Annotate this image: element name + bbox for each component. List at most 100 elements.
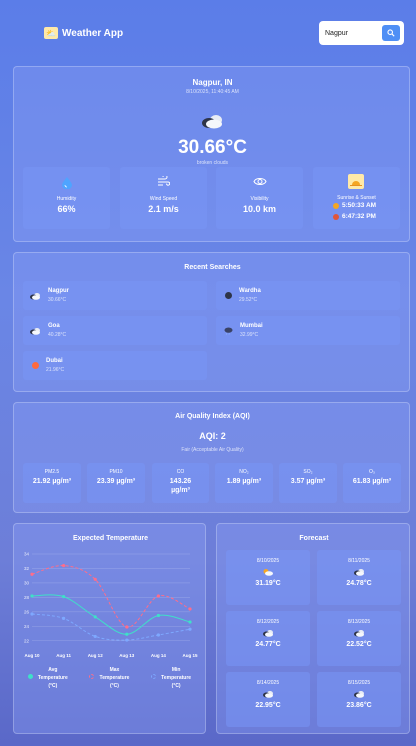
- recent-temp: 29.52°C: [239, 297, 258, 303]
- broken-clouds-icon: [226, 629, 310, 637]
- legend-avg-label: Avg Temperature (°C): [37, 667, 68, 689]
- wind-speed-label: Wind Speed: [149, 196, 178, 202]
- recent-city: Nagpur: [48, 288, 69, 294]
- forecast-panel: Forecast 8/10/2025 31.19°C 8/11/2025 24.…: [216, 523, 410, 734]
- recent-temp: 40.28°C: [48, 332, 67, 338]
- wind-speed-value: 2.1 m/s: [148, 204, 179, 214]
- pollutant-card: PM10 23.39 µg/m³: [87, 463, 145, 503]
- pollutant-value: 3.57 µg/m³: [290, 478, 326, 485]
- data-point-min: [62, 616, 66, 620]
- pollutant-card: CO 143.26 µg/m³: [152, 463, 209, 503]
- pollutant-card: NO₂ 1.89 µg/m³: [215, 463, 273, 503]
- rain-icon: [224, 326, 233, 335]
- legend-max-label: Max Temperature (°C): [99, 667, 130, 689]
- recent-city: Mumbai: [240, 323, 263, 329]
- pollutant-label: O₃: [369, 469, 375, 475]
- forecast-date: 8/15/2025: [347, 680, 371, 686]
- search-box: [319, 21, 404, 45]
- legend-max-swatch: [89, 674, 95, 679]
- pollutant-card: PM2.5 21.92 µg/m³: [23, 463, 81, 503]
- legend-min[interactable]: Min Temperature (°C): [151, 666, 193, 690]
- sunset-row: 6:47:32 PM: [333, 213, 376, 220]
- recent-item[interactable]: Goa 40.28°C: [23, 316, 207, 345]
- pollutant-card: SO₂ 3.57 µg/m³: [279, 463, 337, 503]
- sunset-small-icon: [333, 213, 339, 220]
- temperature-chart: 34 32 30 28 26 24 22 Aug 10 Aug 11 Aug 12 Aug 13 Au…: [24, 552, 198, 659]
- pollutant-value: 1.89 µg/m³: [226, 478, 262, 485]
- forecast-card[interactable]: 8/12/2025 24.77°C: [226, 611, 310, 666]
- data-point-max: [62, 563, 66, 568]
- x-tick-label: Aug 11: [56, 653, 71, 658]
- data-point-min: [93, 634, 97, 639]
- forecast-date: 8/10/2025: [256, 558, 280, 564]
- y-tick-label: 32: [24, 566, 30, 571]
- broken-clouds-icon: [226, 690, 310, 698]
- x-tick-label: Aug 15: [182, 653, 198, 658]
- current-city: Nagpur, IN: [192, 78, 233, 87]
- overcast-icon: [225, 292, 232, 299]
- search-button[interactable]: [382, 25, 400, 41]
- recent-searches-title: Recent Searches: [184, 264, 241, 271]
- pollutant-value: 21.92 µg/m³: [32, 478, 72, 485]
- legend-avg-swatch: [27, 674, 33, 679]
- broken-clouds-icon: [317, 690, 401, 698]
- forecast-card[interactable]: 8/11/2025 24.78°C: [317, 550, 401, 605]
- legend-avg[interactable]: Avg Temperature (°C): [27, 666, 70, 690]
- sunrise-row: 5:50:33 AM: [333, 202, 376, 209]
- forecast-card[interactable]: 8/13/2025 22.52°C: [317, 611, 401, 666]
- search-icon: [387, 29, 395, 37]
- recent-city: Wardha: [239, 288, 261, 294]
- data-point-avg: [188, 620, 192, 624]
- y-tick-label: 26: [24, 609, 30, 614]
- sunrise-time: 5:50:33 AM: [342, 202, 377, 209]
- pollutant-card: O₃ 61.83 µg/m³: [343, 463, 401, 503]
- forecast-card[interactable]: 8/14/2025 22.95°C: [226, 672, 310, 727]
- data-point-avg: [156, 613, 160, 618]
- aqi-status: Fair (Acceptable Air Quality): [181, 447, 244, 453]
- data-point-max: [30, 572, 34, 576]
- forecast-temp: 31.19°C: [255, 580, 281, 587]
- broken-clouds-icon: [30, 327, 40, 335]
- chart-title: Expected Temperature: [73, 535, 148, 542]
- chart-legend: Avg Temperature (°C) Max Temperature (°C…: [18, 666, 203, 690]
- legend-max[interactable]: Max Temperature (°C): [89, 666, 131, 690]
- series-line-avg: [31, 594, 191, 635]
- recent-city: Goa: [48, 323, 60, 329]
- eye-icon: [253, 178, 267, 185]
- y-tick-label: 24: [24, 624, 30, 629]
- x-tick-label: Aug 12: [88, 653, 104, 658]
- data-point-avg: [93, 615, 97, 619]
- legend-min-label: Min Temperature (°C): [161, 667, 192, 689]
- forecast-temp: 23.86°C: [346, 702, 372, 709]
- recent-item[interactable]: Dubai 21.96°C: [23, 351, 207, 380]
- recent-temp: 30.66°C: [48, 297, 67, 303]
- app-title: Weather App: [62, 27, 124, 39]
- recent-item[interactable]: Wardha 29.52°C: [216, 281, 400, 310]
- sunrise-sunset-card: Sunrise & Sunset 5:50:33 AM 6:47:32 PM: [313, 167, 400, 229]
- forecast-date: 8/13/2025: [347, 619, 371, 625]
- forecast-card[interactable]: 8/15/2025 23.86°C: [317, 672, 401, 727]
- visibility-card: Visibility 10.0 km: [216, 167, 303, 229]
- x-tick-label: Aug 10: [24, 653, 40, 658]
- search-input[interactable]: [325, 29, 375, 37]
- current-temperature: 30.66°C: [178, 137, 247, 158]
- visibility-label: Visibility: [250, 196, 269, 202]
- recent-temp: 32.99°C: [240, 332, 259, 338]
- data-point-max: [125, 625, 129, 629]
- recent-item[interactable]: Mumbai 32.99°C: [216, 316, 400, 345]
- forecast-card[interactable]: 8/10/2025 31.19°C: [226, 550, 310, 605]
- data-point-max: [188, 607, 192, 611]
- app-brand: ⛅ Weather App: [44, 27, 123, 39]
- data-point-avg: [62, 595, 66, 599]
- wind-icon: [158, 176, 170, 186]
- aqi-panel: Air Quality Index (AQI) AQI: 2 Fair (Acc…: [13, 402, 410, 513]
- broken-clouds-icon: [317, 568, 401, 576]
- series-line-max: [31, 565, 191, 628]
- recent-item[interactable]: Nagpur 30.66°C: [23, 281, 207, 310]
- forecast-date: 8/11/2025: [348, 558, 370, 564]
- forecast-date: 8/14/2025: [256, 680, 280, 686]
- pollutant-value: 143.26 µg/m³: [169, 478, 192, 494]
- pollutant-label: PM10: [109, 469, 123, 475]
- legend-min-swatch: [151, 674, 157, 679]
- y-tick-label: 30: [24, 580, 30, 585]
